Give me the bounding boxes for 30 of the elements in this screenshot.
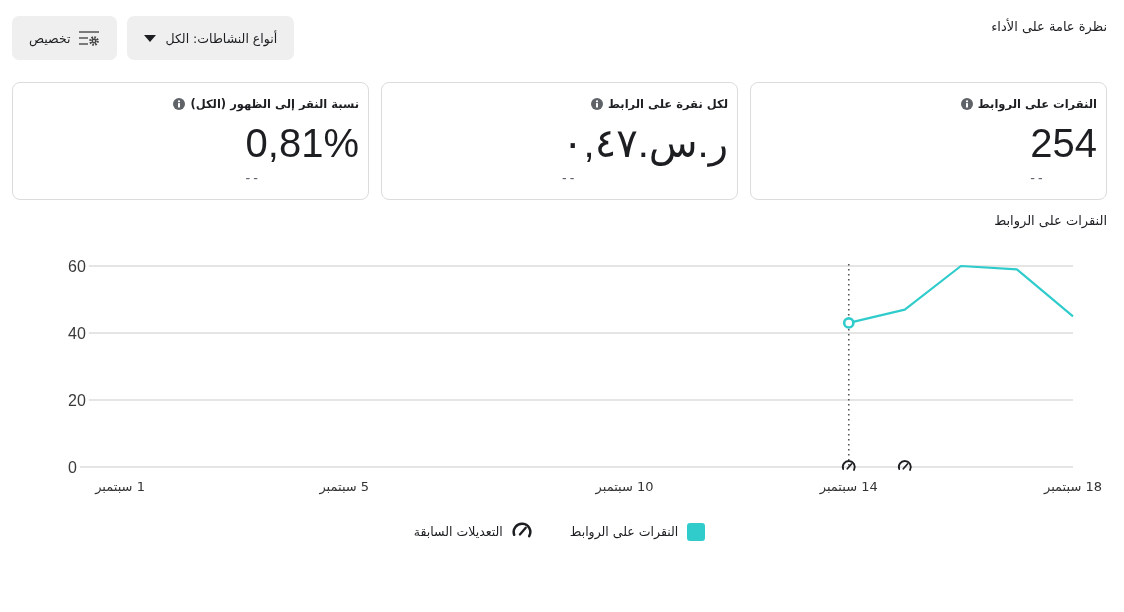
caret-icon bbox=[144, 34, 157, 42]
axis-label: 10 سبتمبر bbox=[595, 479, 654, 494]
axis-label: 40 bbox=[68, 324, 86, 342]
metric-title: النقرات على الروابط bbox=[977, 96, 1097, 112]
legend-label: التعديلات السابقة bbox=[413, 524, 503, 540]
metric-value: 254 bbox=[1030, 121, 1097, 165]
metric-comparison: -- bbox=[1030, 170, 1046, 186]
metric-comparison: -- bbox=[245, 170, 261, 186]
data-point-marker bbox=[842, 317, 855, 329]
info-icon[interactable] bbox=[591, 98, 603, 110]
axis-label: 1 سبتمبر bbox=[95, 479, 145, 494]
axis-label: 60 bbox=[68, 257, 86, 275]
axis-label: 5 سبتمبر bbox=[319, 479, 370, 494]
metric-title: لكل نقرة على الرابط bbox=[608, 96, 728, 112]
customize-button[interactable]: تخصيص bbox=[12, 16, 118, 60]
settings-icon bbox=[79, 30, 101, 46]
metric-value: ر.س.٠,٤٧ bbox=[562, 121, 728, 165]
info-icon[interactable] bbox=[173, 98, 186, 110]
page-title: نظرة عامة على الأداء bbox=[991, 19, 1107, 35]
axis-label: 18 سبتمبر bbox=[1044, 479, 1102, 494]
axis-label: 0 bbox=[68, 458, 77, 476]
info-icon[interactable] bbox=[960, 98, 973, 110]
legend-label: النقرات على الروابط bbox=[569, 524, 679, 540]
metric-title: نسبة النقر إلى الظهور (الكل) bbox=[190, 96, 359, 112]
metric-value: 0,81% bbox=[245, 121, 359, 165]
chart-title: النقرات على الروابط bbox=[994, 213, 1107, 229]
axis-label: 14 سبتمبر bbox=[819, 479, 878, 494]
metric-comparison: -- bbox=[562, 170, 578, 186]
activity-type-dropdown[interactable]: أنواع النشاطات: الكل bbox=[127, 16, 295, 60]
axis-label: 20 bbox=[68, 391, 86, 409]
